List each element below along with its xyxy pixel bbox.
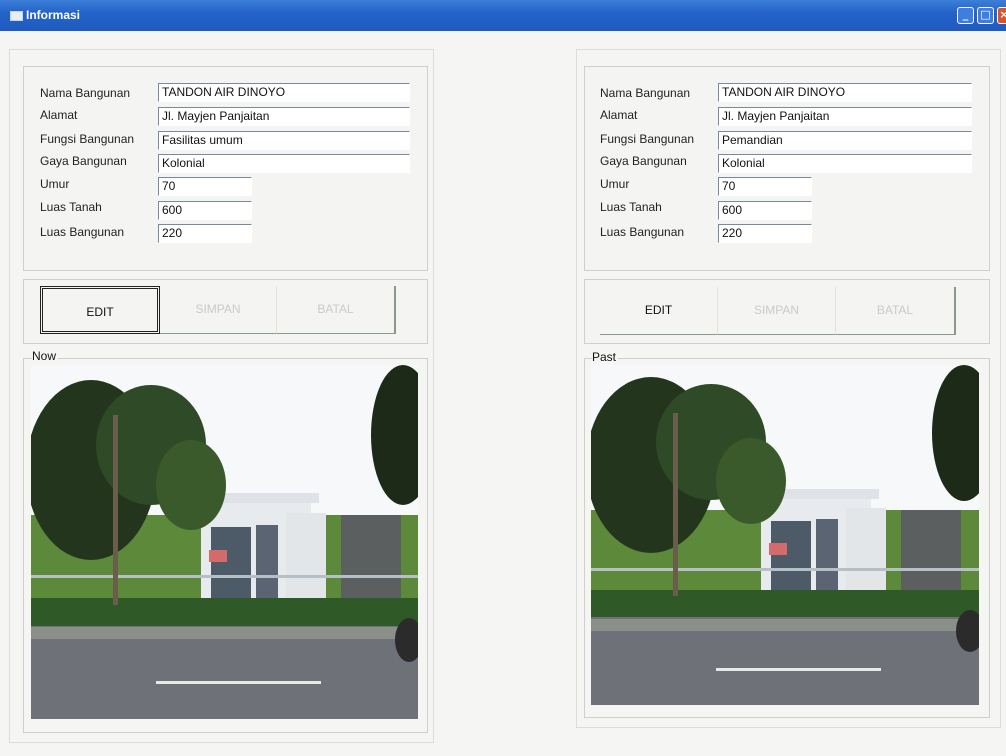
left-label-fungsi: Fungsi Bangunan: [40, 132, 135, 146]
left-cancel-button[interactable]: BATAL: [277, 286, 396, 334]
left-label-nama: Nama Bangunan: [40, 86, 131, 100]
right-label-luas-bangunan: Luas Bangunan: [600, 225, 685, 239]
left-alamat-field[interactable]: Jl. Mayjen Panjaitan: [158, 107, 410, 126]
left-fungsi-field[interactable]: Fasilitas umum: [158, 131, 410, 150]
left-save-button[interactable]: SIMPAN: [160, 286, 277, 334]
right-edit-button[interactable]: EDIT: [600, 287, 718, 335]
left-gaya-field[interactable]: Kolonial: [158, 154, 410, 173]
right-label-umur: Umur: [600, 177, 630, 191]
right-photo-caption: Past: [592, 350, 619, 364]
right-luas-bangunan-field[interactable]: 220: [718, 224, 812, 243]
right-save-button[interactable]: SIMPAN: [718, 287, 836, 335]
left-label-alamat: Alamat: [40, 108, 78, 122]
title-bar[interactable]: Informasi _ □ ×: [0, 0, 1006, 31]
left-luas-tanah-field[interactable]: 600: [158, 201, 252, 220]
right-luas-tanah-field[interactable]: 600: [718, 201, 812, 220]
minimize-button[interactable]: _: [957, 7, 974, 24]
right-building-photo: [591, 365, 979, 705]
window-title: Informasi: [26, 8, 81, 22]
right-label-fungsi: Fungsi Bangunan: [600, 132, 695, 146]
right-alamat-field[interactable]: Jl. Mayjen Panjaitan: [718, 107, 972, 126]
left-label-luas-tanah: Luas Tanah: [40, 200, 102, 214]
right-gaya-field[interactable]: Kolonial: [718, 154, 972, 173]
right-label-gaya: Gaya Bangunan: [600, 154, 687, 168]
left-photo-caption: Now: [32, 349, 59, 363]
window-icon: [10, 11, 23, 21]
left-luas-bangunan-field[interactable]: 220: [158, 224, 252, 243]
right-cancel-button[interactable]: BATAL: [836, 287, 956, 335]
left-label-gaya: Gaya Bangunan: [40, 154, 127, 168]
right-fungsi-field[interactable]: Pemandian: [718, 131, 972, 150]
close-button[interactable]: ×: [997, 7, 1006, 24]
right-label-nama: Nama Bangunan: [600, 86, 691, 100]
right-umur-field[interactable]: 70: [718, 177, 812, 196]
left-building-photo: [31, 365, 418, 719]
right-label-alamat: Alamat: [600, 108, 638, 122]
left-umur-field[interactable]: 70: [158, 177, 252, 196]
left-label-luas-bangunan: Luas Bangunan: [40, 225, 125, 239]
left-nama-field[interactable]: TANDON AIR DINOYO: [158, 83, 410, 102]
right-nama-field[interactable]: TANDON AIR DINOYO: [718, 83, 972, 102]
left-label-umur: Umur: [40, 177, 70, 191]
left-edit-button[interactable]: EDIT: [40, 286, 160, 334]
right-label-luas-tanah: Luas Tanah: [600, 200, 662, 214]
maximize-button[interactable]: □: [977, 7, 994, 24]
